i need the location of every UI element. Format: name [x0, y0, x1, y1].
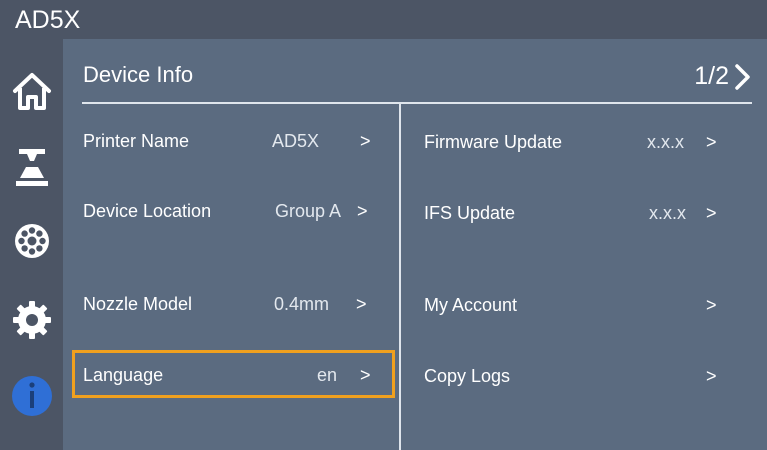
header-divider — [82, 102, 752, 104]
page-indicator: 1/2 — [694, 62, 729, 90]
setting-label: Language — [83, 365, 164, 385]
chevron-right-icon: > — [706, 203, 717, 223]
sidebar-item-print[interactable] — [0, 135, 63, 199]
home-icon — [12, 73, 51, 110]
chevron-right-icon: > — [356, 294, 367, 314]
chevron-right-icon: > — [360, 365, 371, 385]
setting-label: Device Location — [83, 201, 212, 221]
chevron-right-icon: > — [357, 201, 368, 221]
sidebar — [0, 39, 63, 450]
setting-label: IFS Update — [424, 203, 516, 223]
setting-my-account[interactable]: My Account > — [412, 285, 752, 325]
setting-printer-name[interactable]: Printer Name AD5X > — [72, 121, 395, 161]
setting-label: Copy Logs — [424, 366, 511, 386]
setting-value: en — [317, 365, 338, 385]
setting-value: Group A — [275, 201, 342, 221]
setting-device-location[interactable]: Device Location Group A > — [72, 191, 395, 231]
setting-language[interactable]: Language en > — [72, 350, 395, 398]
sidebar-item-info[interactable] — [0, 364, 63, 428]
setting-label: Nozzle Model — [83, 294, 193, 314]
info-icon — [11, 376, 52, 416]
page-title: Device Info — [83, 62, 194, 87]
chevron-right-icon: > — [706, 132, 717, 152]
chevron-right-icon: > — [360, 131, 371, 151]
setting-label: Printer Name — [83, 131, 190, 151]
setting-nozzle-model[interactable]: Nozzle Model 0.4mm > — [72, 284, 395, 324]
gear-icon — [12, 301, 51, 339]
setting-value: x.x.x — [649, 203, 687, 223]
setting-value: x.x.x — [647, 132, 685, 152]
filament-spool-icon — [14, 224, 49, 258]
sidebar-item-home[interactable] — [0, 59, 63, 123]
chevron-right-icon[interactable] — [732, 62, 754, 92]
chevron-right-icon: > — [706, 295, 717, 315]
title-bar: AD5X — [0, 0, 767, 39]
setting-label: My Account — [424, 295, 518, 315]
setting-label: Firmware Update — [424, 132, 563, 152]
chevron-right-icon: > — [706, 366, 717, 386]
setting-copy-logs[interactable]: Copy Logs > — [412, 356, 752, 396]
setting-value: AD5X — [272, 131, 320, 151]
sidebar-item-settings[interactable] — [0, 288, 63, 352]
printer-icon — [15, 149, 48, 186]
setting-value: 0.4mm — [274, 294, 330, 314]
app-title: AD5X — [15, 6, 81, 34]
sidebar-item-filament[interactable] — [0, 209, 63, 273]
setting-ifs-update[interactable]: IFS Update x.x.x > — [412, 193, 752, 233]
column-divider — [399, 103, 401, 450]
setting-firmware-update[interactable]: Firmware Update x.x.x > — [412, 122, 752, 162]
